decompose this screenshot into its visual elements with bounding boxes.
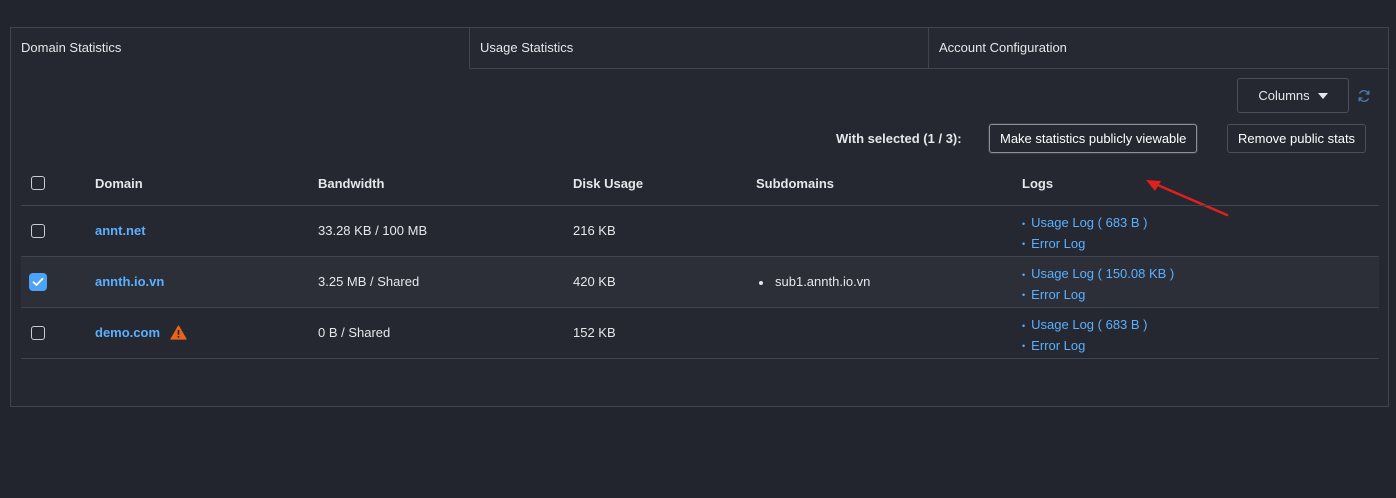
make-stats-public-button[interactable]: Make statistics publicly viewable <box>989 124 1198 153</box>
domain-link[interactable]: annt.net <box>95 223 146 238</box>
subdomain-item: sub1.annth.io.vn <box>759 257 870 307</box>
caret-down-icon <box>1317 92 1328 99</box>
disk-usage-value: 420 KB <box>573 274 616 289</box>
domains-table: Domain Bandwidth Disk Usage Subdomains L… <box>21 165 1379 359</box>
usage-log-link[interactable]: Usage Log ( 150.08 KB ) <box>1022 264 1174 285</box>
row-checkbox-checked[interactable] <box>29 273 47 291</box>
columns-label: Columns <box>1258 88 1310 103</box>
tab-domain-statistics[interactable]: Domain Statistics <box>11 28 470 69</box>
usage-log-link[interactable]: Usage Log ( 683 B ) <box>1022 213 1147 234</box>
table-row: annth.io.vn 3.25 MB / Shared 420 KB sub1… <box>21 257 1379 308</box>
header-logs: Logs <box>1022 176 1054 191</box>
logs-cell: Usage Log ( 683 B ) Error Log <box>1022 213 1148 255</box>
tab-usage-statistics[interactable]: Usage Statistics <box>470 28 929 68</box>
warning-icon <box>170 324 187 340</box>
usage-log-link[interactable]: Usage Log ( 683 B ) <box>1022 315 1147 336</box>
disk-usage-value: 152 KB <box>573 325 616 340</box>
remove-public-stats-button[interactable]: Remove public stats <box>1227 124 1367 153</box>
with-selected-label: With selected (1 / 3): <box>836 131 962 146</box>
bandwidth-value: 33.28 KB / 100 MB <box>318 223 428 238</box>
table-header: Domain Bandwidth Disk Usage Subdomains L… <box>21 165 1379 206</box>
logs-cell: Usage Log ( 150.08 KB ) Error Log <box>1022 264 1174 305</box>
row-checkbox[interactable] <box>31 326 45 340</box>
error-log-link[interactable]: Error Log <box>1022 285 1174 306</box>
tab-account-configuration[interactable]: Account Configuration <box>929 28 1388 68</box>
header-disk-usage[interactable]: Disk Usage <box>573 165 643 202</box>
bandwidth-value: 3.25 MB / Shared <box>318 274 420 289</box>
domain-statistics-panel: Domain Statistics Usage Statistics Accou… <box>10 27 1389 407</box>
error-log-link[interactable]: Error Log <box>1022 234 1148 255</box>
row-checkbox[interactable] <box>31 224 45 238</box>
disk-usage-value: 216 KB <box>573 223 616 238</box>
bandwidth-value: 0 B / Shared <box>318 325 391 340</box>
checkmark-icon <box>32 277 44 286</box>
domain-link[interactable]: demo.com <box>95 325 160 340</box>
error-log-link[interactable]: Error Log <box>1022 336 1148 357</box>
select-all-checkbox[interactable] <box>31 176 45 190</box>
header-subdomains: Subdomains <box>756 176 835 191</box>
table-row: annt.net 33.28 KB / 100 MB 216 KB Usage … <box>21 206 1379 257</box>
columns-dropdown-button[interactable]: Columns <box>1237 78 1349 113</box>
header-bandwidth[interactable]: Bandwidth <box>318 165 384 202</box>
table-row: demo.com 0 B / Shared 152 KB Usage Log (… <box>21 308 1379 359</box>
header-domain[interactable]: Domain <box>95 165 143 202</box>
tab-bar: Domain Statistics Usage Statistics Accou… <box>11 28 1388 69</box>
logs-cell: Usage Log ( 683 B ) Error Log <box>1022 315 1148 357</box>
refresh-icon[interactable] <box>1357 89 1371 103</box>
domain-link[interactable]: annth.io.vn <box>95 274 164 289</box>
